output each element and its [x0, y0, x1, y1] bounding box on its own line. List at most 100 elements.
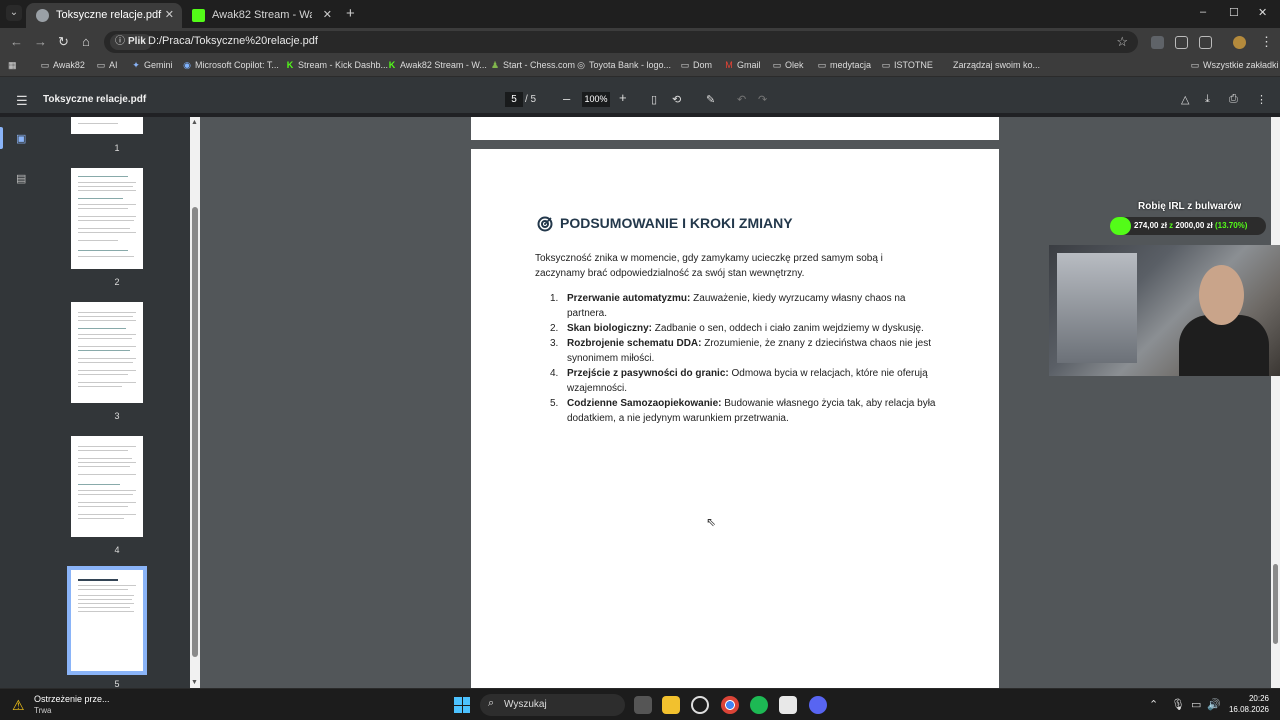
home-button[interactable]: ⌂ — [82, 34, 90, 49]
bookmark-all[interactable]: ▭ Wszystkie zakładki — [1190, 60, 1279, 70]
bookmark-awak82-stream[interactable]: K Awak82 Stream - W... — [387, 60, 487, 70]
reload-button[interactable]: ↻ — [58, 34, 69, 50]
discord-icon[interactable] — [809, 696, 827, 714]
pdf-sidebar: ▣ ▤ — [0, 117, 44, 688]
notification-title[interactable]: Ostrzeżenie prze... — [34, 694, 110, 704]
streaming-app-icon[interactable] — [691, 696, 709, 714]
webcam-person-head — [1199, 265, 1244, 325]
bookmark-kick-dashboard[interactable]: K Stream - Kick Dashb... — [285, 60, 388, 70]
bookmark-gemini[interactable]: ✦ Gemini — [131, 60, 172, 70]
clock-time: 20:26 — [1248, 694, 1269, 703]
file-chip[interactable]: Plik — [110, 34, 152, 50]
close-tab-icon[interactable]: ✕ — [323, 3, 332, 28]
thumb-text-line — [78, 607, 130, 608]
bookmark-istotne[interactable]: ▭ ISTOTNE — [881, 60, 933, 70]
extensions-icon[interactable] — [1199, 36, 1212, 49]
address-bar[interactable]: Plik D:/Praca/Toksyczne%20relacje.pdf ☆ — [104, 31, 1138, 53]
taskbar-search[interactable]: ⌕ Wyszukaj — [480, 694, 625, 716]
new-tab-button[interactable]: + — [346, 5, 355, 22]
bookmark-dom[interactable]: ▭ Dom — [680, 60, 712, 70]
bookmark-olek[interactable]: ▭ Olek — [772, 60, 804, 70]
zoom-input[interactable]: 100% — [582, 92, 610, 107]
display-icon[interactable]: ▭ — [1191, 698, 1201, 711]
bookmark-gmail[interactable]: M Gmail — [724, 60, 760, 70]
close-window-button[interactable]: ✕ — [1258, 6, 1267, 19]
fit-page-icon[interactable]: ▯ — [651, 93, 657, 106]
tray-overflow-icon[interactable]: ⌃ — [1149, 698, 1158, 711]
forward-button[interactable]: → — [34, 34, 47, 49]
thumb-text-line — [78, 232, 136, 233]
undo-icon[interactable]: ↶ — [737, 93, 746, 106]
thumbnail-scrollbar[interactable]: ▲ ▼ — [190, 117, 200, 688]
outline-icon[interactable]: ▤ — [16, 172, 26, 185]
tab-share-icon[interactable] — [1175, 36, 1188, 49]
menu-kebab-icon[interactable]: ⋮ — [1260, 34, 1273, 50]
url-text[interactable]: D:/Praca/Toksyczne%20relacje.pdf — [148, 35, 318, 47]
back-button[interactable]: ← — [10, 34, 23, 49]
thumbnail-page-5[interactable] — [67, 566, 147, 675]
bookmark-apple-account[interactable]: Zarządzaj swoim ko... — [940, 60, 1040, 70]
document-view[interactable]: PODSUMOWANIE I KROKI ZMIANY Toksyczność … — [200, 117, 1271, 688]
thumb-text-line — [78, 204, 136, 205]
taskbar-clock[interactable]: 20:26 16.08.2026 — [1227, 693, 1269, 715]
bookmark-ai[interactable]: ▭ AI — [96, 60, 118, 70]
scroll-up-arrow[interactable]: ▲ — [191, 119, 198, 126]
scrollbar-thumb[interactable] — [192, 207, 198, 657]
file-explorer-icon[interactable] — [662, 696, 680, 714]
profile-avatar[interactable] — [1233, 36, 1246, 49]
zoom-in-button[interactable]: + — [619, 90, 627, 105]
more-options-icon[interactable]: ⋮ — [1256, 93, 1267, 106]
bookmark-star-icon[interactable]: ☆ — [1116, 34, 1128, 50]
scrollbar-thumb[interactable] — [1273, 564, 1278, 644]
pdf-toolbar: ☰ Toksyczne relacje.pdf 5 / 5 – 100% + ▯… — [0, 87, 1280, 113]
close-tab-icon[interactable]: ✕ — [165, 3, 174, 28]
task-view-icon[interactable] — [634, 696, 652, 714]
notification-subtitle: Trwa — [34, 706, 52, 715]
thumbnail-page-2[interactable] — [71, 168, 143, 269]
thumb-text-line — [78, 386, 122, 387]
thumb-text-line — [78, 328, 126, 329]
kick-app-icon[interactable] — [779, 696, 797, 714]
thumb-text-line — [78, 198, 123, 199]
annotate-icon[interactable]: ✎ — [706, 93, 715, 106]
thumb-text-line — [78, 514, 136, 515]
thumb-text-line — [78, 370, 136, 371]
rotate-icon[interactable]: ⟲ — [672, 93, 681, 106]
cast-icon[interactable] — [1151, 36, 1164, 49]
bookmark-toyota[interactable]: ◎ Toyota Bank - logo... — [576, 60, 671, 70]
minimize-button[interactable]: – — [1200, 6, 1206, 18]
spotify-icon[interactable] — [750, 696, 768, 714]
download-icon[interactable]: ⤓ — [1205, 93, 1210, 106]
tab-pdf[interactable]: Toksyczne relacje.pdf ✕ — [26, 3, 182, 28]
page-number-input[interactable]: 5 — [505, 92, 523, 107]
bookmark-medytacja[interactable]: ▭ medytacja — [817, 60, 871, 70]
drive-icon[interactable]: △ — [1181, 93, 1189, 106]
thumbnail-page-1[interactable] — [71, 117, 143, 134]
tab-search-menu-icon[interactable]: ⌄ — [6, 5, 22, 21]
warning-icon[interactable]: ⚠ — [12, 697, 25, 714]
windows-start-icon[interactable] — [454, 697, 470, 713]
zoom-out-button[interactable]: – — [563, 91, 570, 106]
scroll-down-arrow[interactable]: ▼ — [191, 679, 198, 686]
apps-grid-icon[interactable]: ▦ — [8, 60, 17, 71]
bookmark-copilot[interactable]: ◉ Microsoft Copilot: T... — [182, 60, 279, 70]
chrome-icon[interactable] — [721, 696, 739, 714]
thumbnails-icon[interactable]: ▣ — [16, 132, 26, 145]
print-icon[interactable]: ⎙ — [1229, 93, 1238, 106]
bookmark-awak82[interactable]: ▭ Awak82 — [40, 60, 85, 70]
maximize-button[interactable]: ☐ — [1229, 6, 1239, 19]
bookmark-chess[interactable]: ♟ Start - Chess.com — [490, 60, 575, 70]
volume-icon[interactable]: 🔊 — [1207, 698, 1221, 711]
thumbnail-page-4[interactable] — [71, 436, 143, 537]
microphone-icon[interactable]: 🎙 — [1171, 698, 1185, 711]
tab-stream[interactable]: Awak82 Stream - Watch Live ✕ — [182, 3, 340, 28]
mouse-cursor-icon: ⇖ — [706, 515, 717, 529]
thumb-text-line — [78, 374, 128, 375]
thumbnail-page-3[interactable] — [71, 302, 143, 403]
redo-icon[interactable]: ↷ — [758, 93, 767, 106]
sidebar-toggle-icon[interactable]: ☰ — [16, 93, 28, 109]
kick-icon: K — [388, 60, 396, 70]
search-icon: ⌕ — [488, 697, 495, 709]
document-scrollbar[interactable] — [1271, 117, 1280, 688]
thumb-text-line — [78, 182, 136, 183]
